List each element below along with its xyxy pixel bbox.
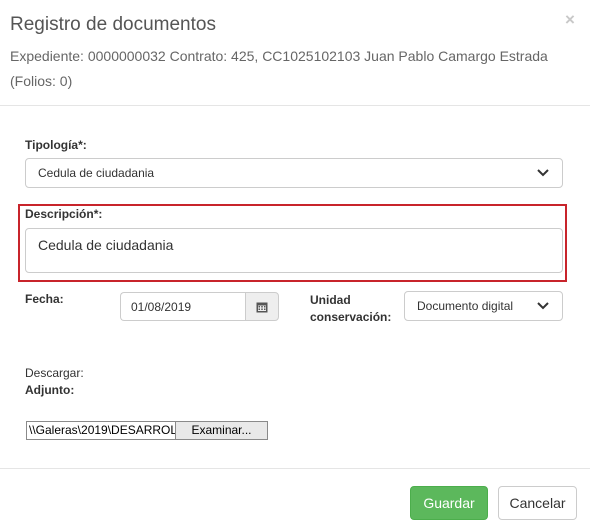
- chevron-down-icon: [537, 169, 549, 177]
- fecha-input[interactable]: 01/08/2019: [120, 292, 246, 321]
- adjunto-label: Adjunto:: [25, 383, 75, 397]
- modal-header: Registro de documentos × Expediente: 000…: [0, 0, 590, 106]
- fecha-label: Fecha:: [25, 292, 64, 306]
- tipologia-selected-value: Cedula de ciudadania: [38, 166, 155, 180]
- save-button[interactable]: Guardar: [410, 486, 488, 520]
- file-path-input[interactable]: \\Galeras\2019\DESARROLLO: [26, 421, 176, 440]
- descripcion-label: Descripción*:: [25, 207, 103, 221]
- modal-title: Registro de documentos: [10, 14, 216, 35]
- tipologia-label: Tipología*:: [25, 138, 87, 152]
- expediente-info: Expediente: 0000000032 Contrato: 425, CC…: [10, 48, 548, 89]
- unidad-label-line2: conservación:: [310, 310, 392, 324]
- footer-divider: [0, 468, 590, 469]
- calendar-button[interactable]: [245, 292, 279, 321]
- descargar-label: Descargar:: [25, 366, 84, 380]
- unidad-conservacion-select[interactable]: Documento digital: [404, 291, 563, 321]
- document-registration-modal: Registro de documentos × Expediente: 000…: [0, 0, 590, 529]
- close-icon[interactable]: ×: [565, 10, 575, 30]
- unidad-label-line1: Unidad: [310, 293, 351, 307]
- unidad-selected-value: Documento digital: [417, 299, 514, 313]
- unidad-conservacion-label: Unidad conservación:: [310, 292, 391, 326]
- chevron-down-icon: [537, 302, 549, 310]
- browse-button[interactable]: Examinar...: [175, 421, 268, 440]
- cancel-button[interactable]: Cancelar: [498, 486, 577, 520]
- calendar-icon: [256, 302, 268, 312]
- descripcion-textarea[interactable]: Cedula de ciudadania: [25, 228, 563, 273]
- tipologia-select[interactable]: Cedula de ciudadania: [25, 158, 563, 188]
